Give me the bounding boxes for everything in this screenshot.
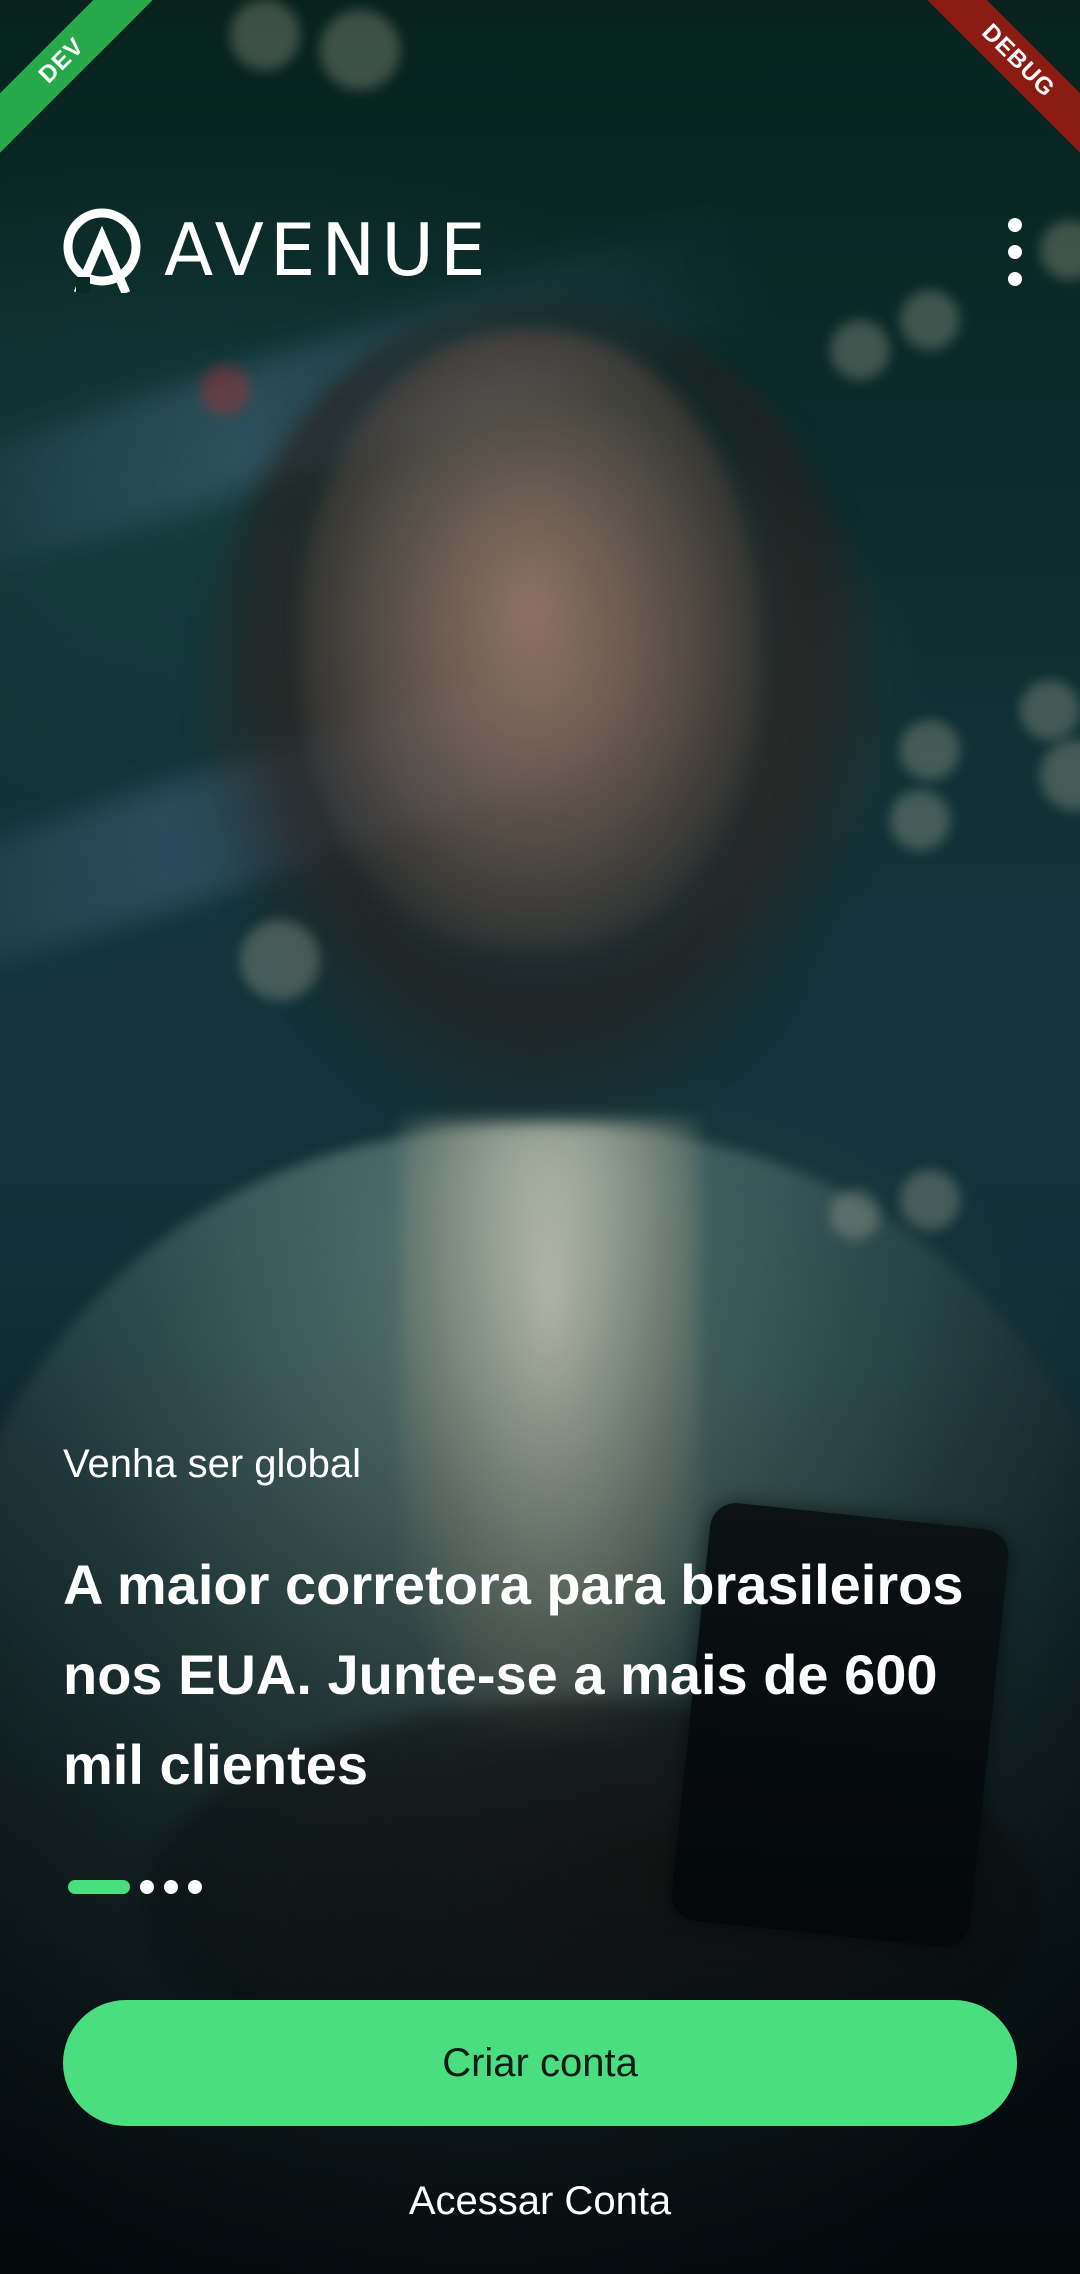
more-vertical-icon xyxy=(1008,218,1022,232)
page-dot[interactable] xyxy=(140,1880,154,1894)
page-dot[interactable] xyxy=(188,1880,202,1894)
brand-logo: AVENUE xyxy=(62,205,491,295)
hero-eyebrow: Venha ser global xyxy=(63,1442,362,1486)
create-account-button[interactable]: Criar conta xyxy=(63,2000,1017,2126)
carousel-page-indicator xyxy=(68,1880,212,1894)
avenue-logo-icon xyxy=(63,208,141,293)
background-photo xyxy=(0,0,1080,2274)
page-dot[interactable] xyxy=(164,1880,178,1894)
page-dot-active[interactable] xyxy=(68,1880,130,1894)
debug-ribbon: DEBUG xyxy=(911,0,1080,168)
more-options-button[interactable] xyxy=(990,212,1040,292)
brand-name: AVENUE xyxy=(164,208,492,292)
access-account-button[interactable]: Acessar Conta xyxy=(0,2178,1080,2225)
hero-headline: A maior corretora para brasileiros nos E… xyxy=(63,1553,964,1796)
onboarding-screen: DEV DEBUG AVENUE Venha ser global A maio… xyxy=(0,0,1080,2274)
dev-ribbon: DEV xyxy=(0,0,169,168)
